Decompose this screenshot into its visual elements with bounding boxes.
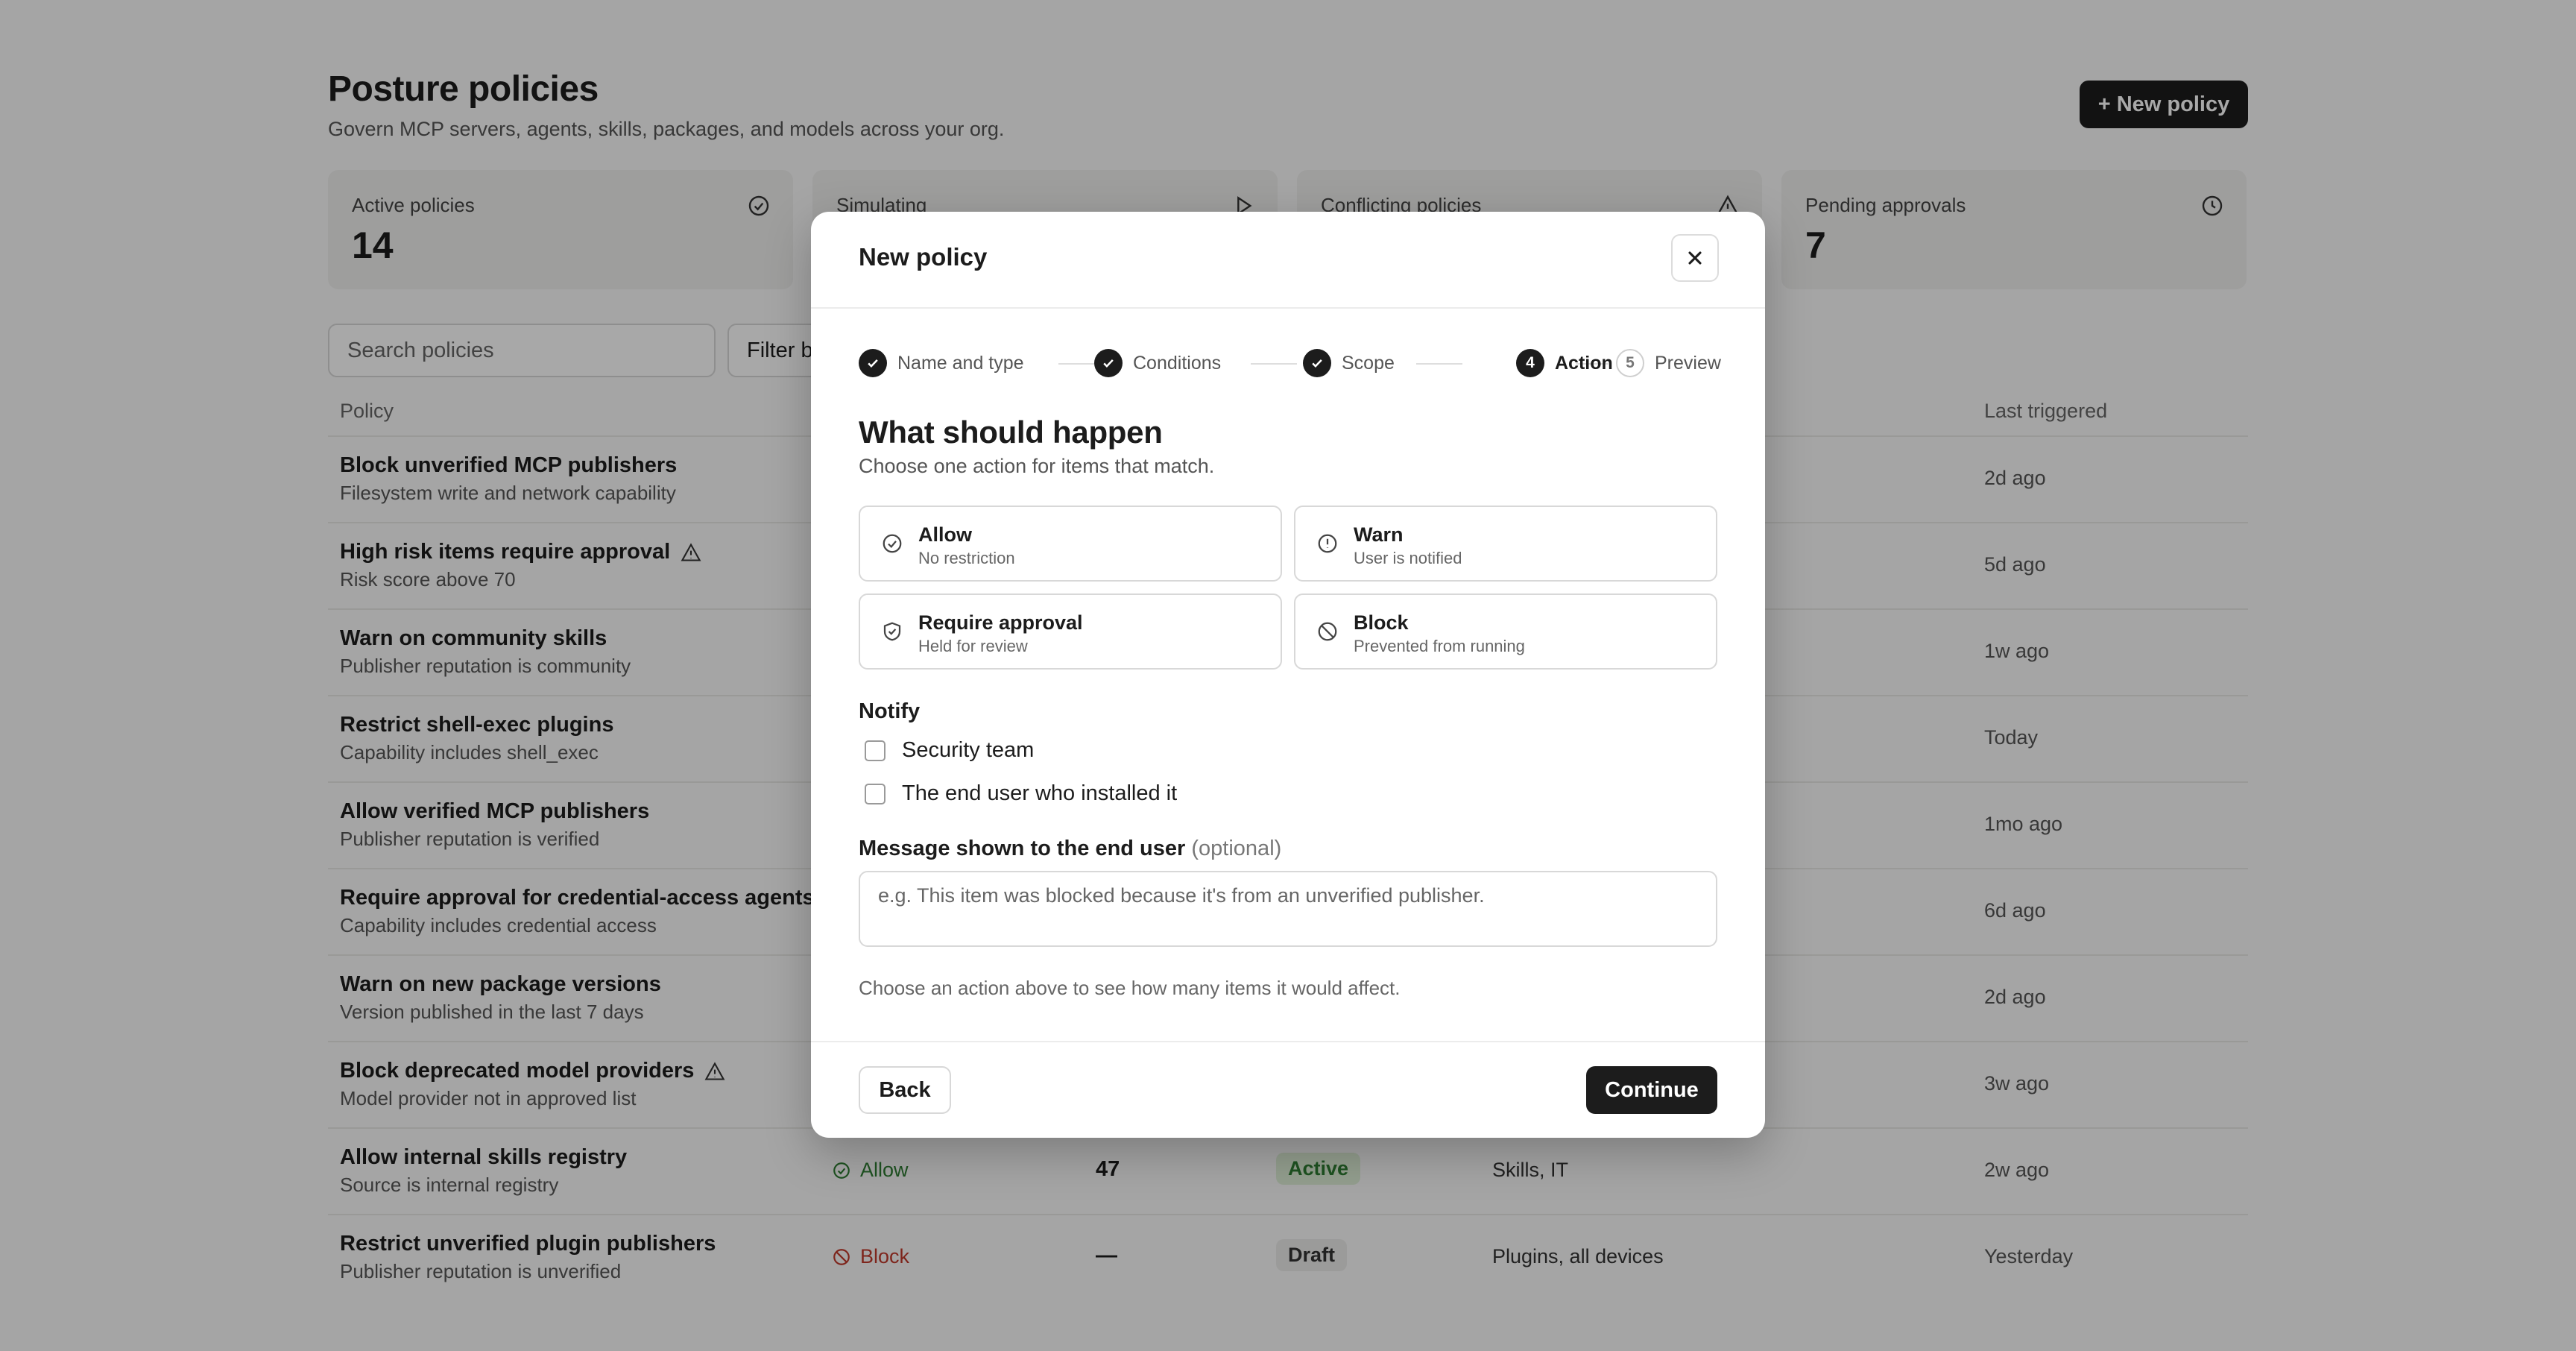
- message-label: Message shown to the end user (optional): [859, 837, 1281, 861]
- option-label: Allow: [918, 523, 972, 546]
- step-label: Action: [1555, 352, 1613, 374]
- option-label: Warn: [1354, 523, 1404, 546]
- check-circle-icon: [883, 534, 902, 553]
- new-policy-dialog: New policy Name and type Conditions Scop…: [811, 212, 1765, 1138]
- step-action[interactable]: 4 Action: [1516, 349, 1613, 377]
- continue-button[interactable]: Continue: [1586, 1066, 1717, 1114]
- option-description: Held for review: [918, 637, 1028, 655]
- check-icon: [868, 359, 878, 368]
- step-connector: [1251, 363, 1297, 365]
- check-icon: [1103, 359, 1114, 368]
- step-scope[interactable]: Scope: [1303, 349, 1395, 377]
- step-label: Conditions: [1133, 352, 1222, 374]
- step-connector: [1416, 363, 1462, 365]
- close-button[interactable]: [1671, 234, 1719, 282]
- notify-security-team[interactable]: Security team: [865, 738, 1034, 763]
- action-option-require-approval[interactable]: Require approval Held for review: [859, 593, 1282, 670]
- step-done-dot: [1303, 349, 1331, 377]
- option-description: No restriction: [918, 549, 1015, 567]
- action-option-block[interactable]: Block Prevented from running: [1294, 593, 1717, 670]
- step-conditions[interactable]: Conditions: [1094, 349, 1221, 377]
- option-label: Block: [1354, 611, 1409, 634]
- step-number: 5: [1616, 349, 1644, 377]
- step-preview[interactable]: 5 Preview: [1616, 349, 1721, 377]
- block-icon: [1318, 622, 1337, 641]
- optional-note: (optional): [1191, 837, 1282, 860]
- back-button[interactable]: Back: [859, 1066, 951, 1114]
- notify-end-user[interactable]: The end user who installed it: [865, 781, 1177, 806]
- impact-hint: Choose an action above to see how many i…: [859, 977, 1401, 999]
- checkbox-label: The end user who installed it: [902, 781, 1178, 805]
- step-name-and-type[interactable]: Name and type: [859, 349, 1024, 377]
- action-option-warn[interactable]: Warn User is notified: [1294, 506, 1717, 582]
- option-label: Require approval: [918, 611, 1083, 634]
- close-icon: [1688, 251, 1702, 265]
- message-textarea[interactable]: [859, 871, 1717, 947]
- checkbox[interactable]: [865, 783, 886, 804]
- message-label-text: Message shown to the end user: [859, 837, 1186, 860]
- step-label: Scope: [1342, 352, 1395, 374]
- checkbox[interactable]: [865, 740, 886, 761]
- checkbox-label: Security team: [902, 738, 1035, 762]
- check-icon: [1312, 359, 1322, 368]
- notify-heading: Notify: [859, 699, 921, 723]
- shield-check-icon: [883, 622, 901, 641]
- step-done-dot: [859, 349, 887, 377]
- step-done-dot: [1094, 349, 1123, 377]
- option-description: User is notified: [1354, 549, 1462, 567]
- section-description: Choose one action for items that match.: [859, 455, 1215, 477]
- action-option-allow[interactable]: Allow No restriction: [859, 506, 1282, 582]
- option-description: Prevented from running: [1354, 637, 1525, 655]
- dialog-title: New policy: [859, 243, 988, 271]
- divider: [811, 307, 1765, 309]
- divider: [811, 1041, 1765, 1042]
- step-label: Preview: [1655, 352, 1721, 374]
- info-circle-icon: [1318, 534, 1337, 553]
- step-number: 4: [1516, 349, 1544, 377]
- step-label: Name and type: [897, 352, 1024, 374]
- section-heading: What should happen: [859, 415, 1163, 450]
- stepper: Name and type Conditions Scope 4 Action …: [859, 349, 1721, 379]
- app-root: Posture policies Govern MCP servers, age…: [0, 0, 2576, 1351]
